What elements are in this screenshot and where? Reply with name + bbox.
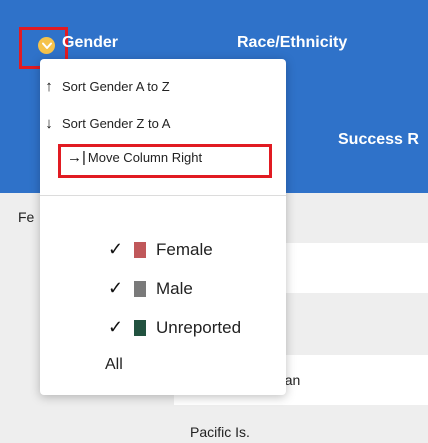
success-rate-header-label: Success R bbox=[338, 131, 419, 148]
column-dropdown-menu bbox=[40, 59, 286, 395]
arrow-up-icon: ↑ bbox=[45, 78, 53, 95]
filter-label-unreported: Unreported bbox=[156, 317, 242, 337]
male-color-swatch bbox=[134, 280, 146, 297]
sort-a-to-z-label: Sort Gender A to Z bbox=[62, 79, 170, 94]
filter-option-male[interactable]: ✓ Male bbox=[108, 278, 193, 299]
sort-z-to-a-label: Sort Gender Z to A bbox=[62, 116, 171, 131]
unreported-color-swatch bbox=[134, 319, 146, 336]
filter-label-male: Male bbox=[156, 278, 193, 298]
arrow-right-bar-icon: →| bbox=[67, 149, 86, 166]
move-column-right-item[interactable]: →| Move Column Right bbox=[67, 149, 202, 166]
menu-divider bbox=[40, 195, 286, 196]
filter-option-unreported[interactable]: ✓ Unreported bbox=[108, 317, 241, 338]
filter-option-all[interactable]: All bbox=[105, 356, 123, 374]
check-icon: ✓ bbox=[108, 239, 124, 259]
check-icon: ✓ bbox=[108, 278, 124, 298]
race-header-label: Race/Ethnicity bbox=[237, 34, 348, 51]
sort-z-to-a-item[interactable]: ↓ Sort Gender Z to A bbox=[42, 115, 170, 132]
female-color-swatch bbox=[134, 241, 146, 258]
filter-label-all: All bbox=[105, 356, 123, 373]
check-icon: ✓ bbox=[108, 317, 124, 337]
sort-a-to-z-item[interactable]: ↑ Sort Gender A to Z bbox=[42, 78, 170, 95]
arrow-down-icon: ↓ bbox=[45, 115, 53, 132]
row-label-female: Fe bbox=[18, 209, 35, 225]
filter-option-female[interactable]: ✓ Female bbox=[108, 239, 213, 260]
row-label-pacific: Pacific Is. bbox=[190, 424, 250, 440]
filter-label-female: Female bbox=[156, 239, 213, 259]
gender-header-label: Gender bbox=[62, 34, 119, 51]
move-column-right-label: Move Column Right bbox=[87, 150, 203, 165]
